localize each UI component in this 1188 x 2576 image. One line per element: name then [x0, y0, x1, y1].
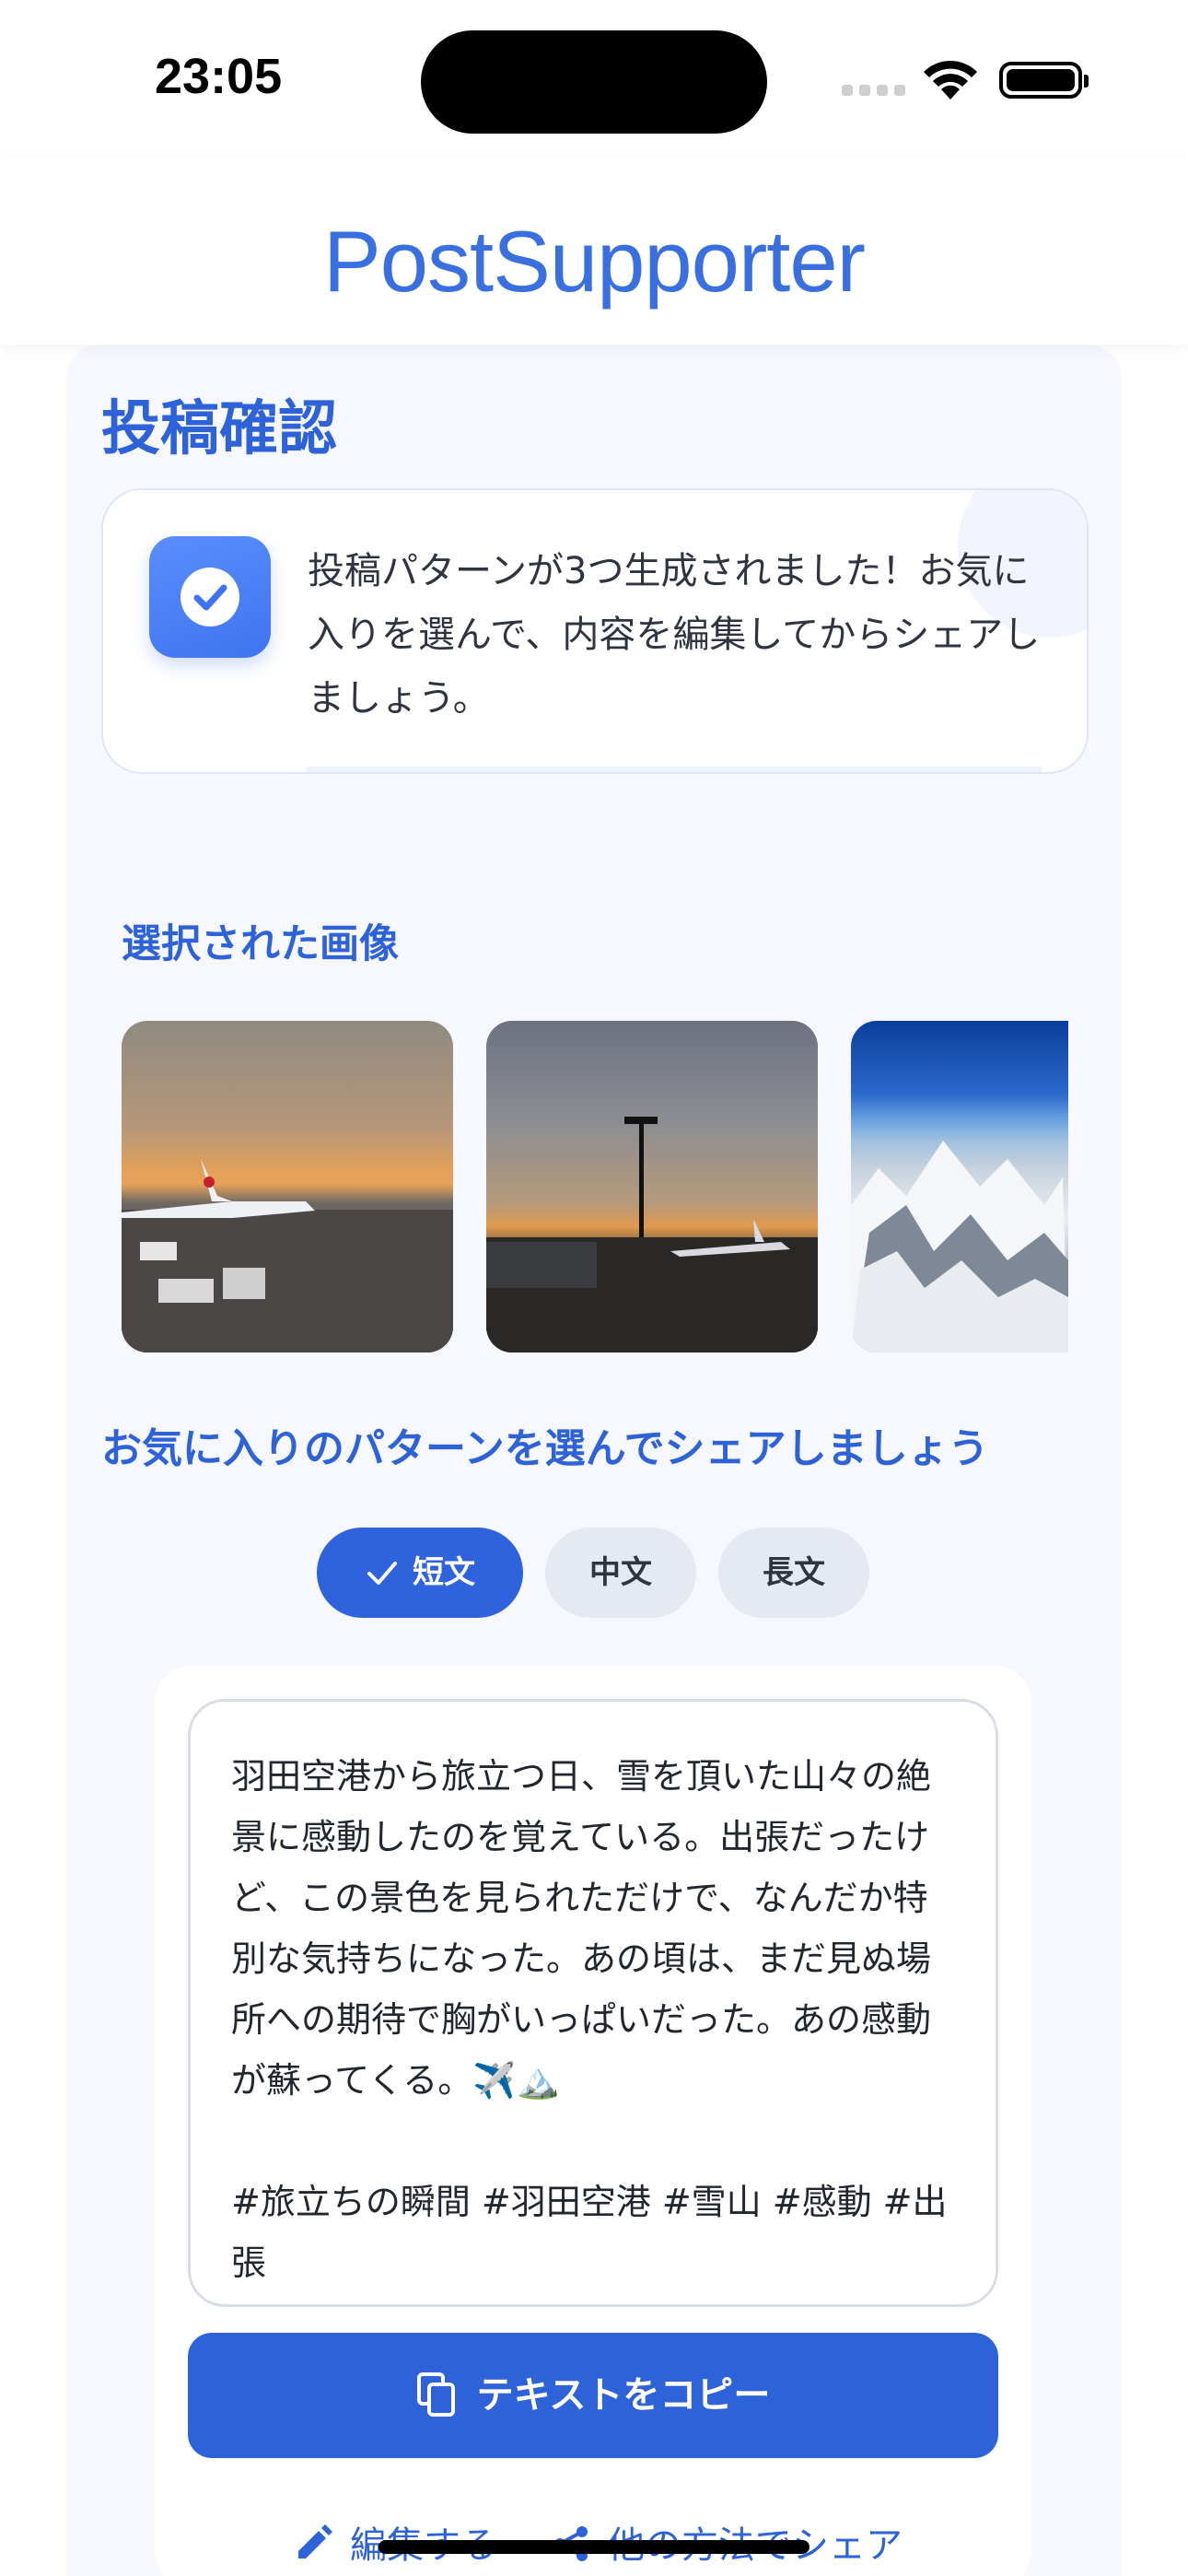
image-thumbnail[interactable]	[122, 1021, 453, 1352]
cellular-signal-icon	[842, 85, 906, 98]
wifi-icon	[924, 60, 977, 100]
tab-long[interactable]: 長文	[718, 1528, 869, 1618]
tab-label: 中文	[589, 1554, 652, 1591]
confirm-panel: 投稿確認 投稿パターンが3つ生成されました！お気に入りを選んで、内容を編集してか…	[66, 345, 1122, 2576]
pattern-prompt: お気に入りのパターンを選んでシェアしましょう	[101, 1425, 989, 1472]
app-title: PostSupporter	[323, 213, 866, 310]
check-circle-icon	[149, 536, 271, 658]
info-message: 投稿パターンが3つ生成されました！お気に入りを選んで、内容を編集してからシェアし…	[308, 550, 1041, 720]
decorative-bar	[306, 767, 1042, 772]
tab-label: 短文	[413, 1554, 475, 1591]
home-indicator[interactable]	[379, 2540, 809, 2554]
image-carousel[interactable]	[122, 1021, 1068, 1354]
checkmark-icon	[367, 1562, 397, 1585]
page-title: 投稿確認	[101, 395, 337, 463]
tab-medium[interactable]: 中文	[545, 1528, 696, 1618]
pencil-icon	[298, 2524, 332, 2558]
post-card: 羽田空港から旅立つ日、雪を頂いた山々の絶景に感動したのを覚えている。出張だったけ…	[155, 1666, 1031, 2576]
status-bar: 23:05	[0, 0, 1188, 157]
tab-label: 長文	[763, 1554, 825, 1591]
image-thumbnail[interactable]	[486, 1021, 818, 1352]
copy-button-label: テキストをコピー	[476, 2374, 771, 2417]
copy-text-button[interactable]: テキストをコピー	[188, 2333, 998, 2458]
battery-icon	[999, 62, 1089, 99]
tab-short[interactable]: 短文	[317, 1528, 523, 1618]
image-thumbnail[interactable]	[851, 1021, 1068, 1352]
copy-icon	[416, 2372, 455, 2417]
info-card: 投稿パターンが3つ生成されました！お気に入りを選んで、内容を編集してからシェアし…	[101, 488, 1089, 774]
selected-images-title: 選択された画像	[122, 921, 399, 967]
status-time: 23:05	[155, 49, 283, 104]
dynamic-island	[421, 30, 767, 134]
post-text-field[interactable]: 羽田空港から旅立つ日、雪を頂いた山々の絶景に感動したのを覚えている。出張だったけ…	[188, 1699, 998, 2307]
pattern-tabs: 短文 中文 長文	[66, 1528, 1122, 1618]
app-header: PostSupporter	[0, 157, 1188, 345]
